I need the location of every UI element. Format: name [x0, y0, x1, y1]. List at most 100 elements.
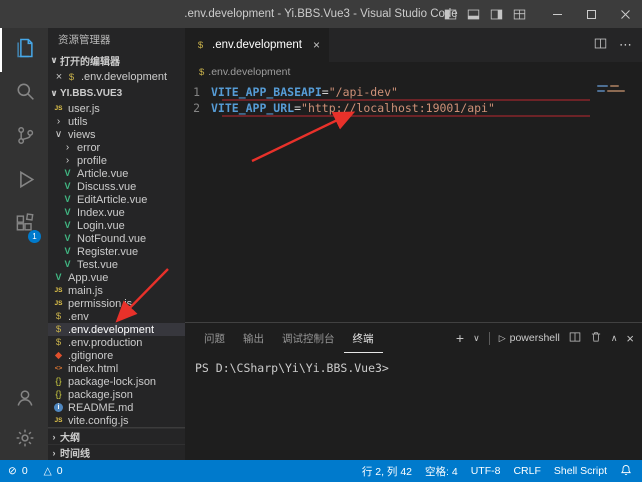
chevron-right-icon: ›	[61, 154, 74, 167]
tree-item-vite-config-js[interactable]: JSvite.config.js	[48, 414, 185, 427]
tree-item--env[interactable]: $.env	[48, 310, 185, 323]
project-root-header[interactable]: ∨ YI.BBS.VUE3	[48, 85, 185, 102]
timeline-section[interactable]: › 时间线	[48, 444, 185, 460]
maximize-button[interactable]	[574, 0, 608, 28]
tree-item-index-html[interactable]: <>index.html	[48, 362, 185, 375]
panel-tab-问题[interactable]: 问题	[195, 323, 234, 353]
close-panel-icon[interactable]: ×	[626, 331, 634, 346]
language-mode[interactable]: Shell Script	[554, 465, 607, 477]
file-label: Test.vue	[77, 259, 118, 271]
file-label: package.json	[68, 389, 133, 401]
cursor-position[interactable]: 行 2, 列 42	[362, 464, 412, 479]
vue-icon: V	[61, 167, 74, 180]
tab-env-development[interactable]: $ .env.development ×	[185, 28, 329, 62]
tree-item--env-development[interactable]: $.env.development	[48, 323, 185, 336]
toggle-panel-icon[interactable]	[467, 8, 480, 21]
file-label: main.js	[68, 285, 103, 297]
panel-tab-终端[interactable]: 终端	[344, 323, 383, 353]
vue-icon: V	[61, 258, 74, 271]
activity-extensions[interactable]: 1	[0, 204, 48, 248]
code-line-1[interactable]: 1VITE_APP_BASEAPI="/api-dev"	[185, 84, 642, 100]
open-editor-item[interactable]: × $ .env.development	[48, 69, 185, 85]
minimize-button[interactable]	[540, 0, 574, 28]
tree-item-profile[interactable]: ›profile	[48, 154, 185, 167]
vue-icon: V	[52, 271, 65, 284]
tree-item-views[interactable]: ∨views	[48, 128, 185, 141]
account-icon	[15, 388, 35, 413]
terminal-output[interactable]: PS D:\CSharp\Yi\Yi.BBS.Vue3>	[185, 353, 642, 460]
activity-accounts[interactable]	[0, 380, 48, 420]
tree-item-App-vue[interactable]: VApp.vue	[48, 271, 185, 284]
play-icon: ▷	[499, 333, 506, 344]
tree-item-Login-vue[interactable]: VLogin.vue	[48, 219, 185, 232]
indentation[interactable]: 空格: 4	[425, 464, 458, 479]
activity-source-control[interactable]	[0, 116, 48, 160]
close-button[interactable]	[608, 0, 642, 28]
warnings-count: 0	[57, 465, 63, 477]
more-actions-icon[interactable]: ⋯	[619, 37, 632, 53]
encoding[interactable]: UTF-8	[471, 465, 501, 477]
maximize-panel-icon[interactable]: ∧	[611, 333, 618, 344]
tree-item-package-json[interactable]: {}package.json	[48, 388, 185, 401]
file-label: error	[77, 142, 100, 154]
minimap[interactable]	[597, 85, 639, 95]
notifications-bell-icon[interactable]	[620, 464, 632, 479]
tree-item-error[interactable]: ›error	[48, 141, 185, 154]
tree-item--gitignore[interactable]: ◆.gitignore	[48, 349, 185, 362]
close-icon[interactable]: ×	[53, 71, 65, 83]
tree-item-Discuss-vue[interactable]: VDiscuss.vue	[48, 180, 185, 193]
file-label: Article.vue	[77, 168, 128, 180]
activity-search[interactable]	[0, 72, 48, 116]
breadcrumb-file[interactable]: .env.development	[208, 66, 290, 78]
gear-icon	[15, 428, 35, 453]
tree-item-Register-vue[interactable]: VRegister.vue	[48, 245, 185, 258]
env-icon: $	[52, 336, 65, 349]
js-icon: JS	[52, 414, 65, 427]
file-label: .env.production	[68, 337, 142, 349]
activity-explorer[interactable]	[0, 28, 48, 72]
sidebar-bottom-sections: › 大纲 › 时间线	[48, 427, 185, 460]
kill-terminal-icon[interactable]	[590, 331, 602, 346]
outline-section[interactable]: › 大纲	[48, 428, 185, 444]
problems-indicator[interactable]: ⊘ 0 △ 0	[8, 465, 63, 477]
tree-item-NotFound-vue[interactable]: VNotFound.vue	[48, 232, 185, 245]
extensions-badge: 1	[28, 230, 41, 243]
activity-settings[interactable]	[0, 420, 48, 460]
toggle-secondary-sidebar-icon[interactable]	[490, 8, 503, 21]
code-line-2[interactable]: 2VITE_APP_URL="http://localhost:19001/ap…	[185, 100, 642, 116]
tab-close-icon[interactable]: ×	[313, 38, 320, 52]
toggle-sidebar-icon[interactable]	[444, 8, 457, 21]
customize-layout-icon[interactable]	[513, 8, 526, 21]
tree-item-utils[interactable]: ›utils	[48, 115, 185, 128]
terminal-shell-selector[interactable]: ▷ powershell	[499, 332, 560, 344]
tree-item-user-js[interactable]: JSuser.js	[48, 102, 185, 115]
tree-item--env-production[interactable]: $.env.production	[48, 336, 185, 349]
activity-run-debug[interactable]	[0, 160, 48, 204]
panel-tabs: 问题输出调试控制台终端	[195, 323, 383, 353]
panel-tab-输出[interactable]: 输出	[234, 323, 273, 353]
code-editor[interactable]: 1VITE_APP_BASEAPI="/api-dev"2VITE_APP_UR…	[185, 84, 642, 116]
tree-item-README-md[interactable]: iREADME.md	[48, 401, 185, 414]
file-label: .env	[68, 311, 89, 323]
tree-item-package-lock-json[interactable]: {}package-lock.json	[48, 375, 185, 388]
open-editor-label: .env.development	[81, 71, 167, 83]
split-editor-icon[interactable]	[594, 37, 607, 53]
tree-item-Test-vue[interactable]: VTest.vue	[48, 258, 185, 271]
file-label: package-lock.json	[68, 376, 156, 388]
eol-sequence[interactable]: CRLF	[513, 465, 540, 477]
open-editors-header[interactable]: ∨ 打开的编辑器	[48, 52, 185, 69]
breadcrumb[interactable]: $ .env.development	[185, 62, 642, 82]
new-terminal-icon[interactable]: +	[456, 330, 464, 346]
terminal-dropdown-icon[interactable]: ∨	[473, 333, 480, 344]
panel-tab-调试控制台[interactable]: 调试控制台	[273, 323, 344, 353]
tree-item-Article-vue[interactable]: VArticle.vue	[48, 167, 185, 180]
tree-item-EditArticle-vue[interactable]: VEditArticle.vue	[48, 193, 185, 206]
split-terminal-icon[interactable]	[569, 331, 581, 346]
tree-item-permission-js[interactable]: JSpermission.js	[48, 297, 185, 310]
line-content: VITE_APP_BASEAPI="/api-dev"	[211, 84, 398, 100]
file-label: vite.config.js	[68, 415, 129, 427]
tree-item-main-js[interactable]: JSmain.js	[48, 284, 185, 297]
vue-icon: V	[61, 245, 74, 258]
file-label: .env.development	[68, 324, 154, 336]
tree-item-Index-vue[interactable]: VIndex.vue	[48, 206, 185, 219]
